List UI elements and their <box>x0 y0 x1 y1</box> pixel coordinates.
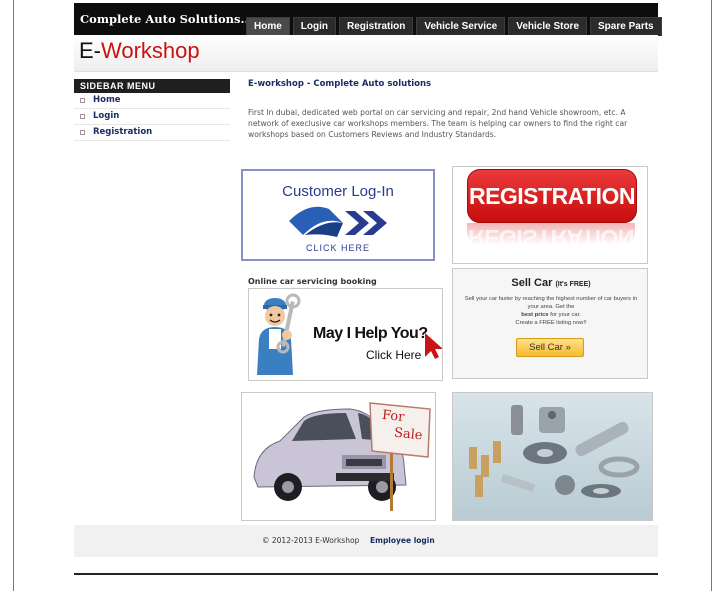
arrow-logo-icon <box>289 206 387 237</box>
car-illustration <box>253 402 431 511</box>
spare-parts-illustration <box>469 405 640 498</box>
sell-car-panel: Sell Car (It's FREE) Sell your car faste… <box>452 268 648 379</box>
sell-car-title: Sell Car (It's FREE) <box>453 277 647 289</box>
for-sale-sign-line2: Sale <box>393 425 424 444</box>
car-for-sale-image[interactable]: For Sale <box>241 392 436 521</box>
page-frame-right <box>711 0 712 591</box>
registration-reflection: REGISTRATION <box>467 223 635 245</box>
square-bullet-icon <box>80 130 85 135</box>
nav-home[interactable]: Home <box>246 17 290 36</box>
registration-reflection-text: REGISTRATION <box>467 225 635 245</box>
nav-registration[interactable]: Registration <box>339 17 414 36</box>
intro-paragraph: First In dubai, dedicated web portal on … <box>248 108 628 139</box>
sidebar: SIDEBAR MENU Home Login Registration <box>74 79 230 141</box>
cursor-arrow-icon <box>425 333 442 359</box>
online-booking-label: Online car servicing booking <box>248 277 377 286</box>
sell-car-desc-line3: Create a FREE listing now!! <box>515 320 587 326</box>
help-text-click: Click Here <box>366 348 422 362</box>
nav-spare-parts[interactable]: Spare Parts <box>590 17 662 36</box>
page-title: E-workshop - Complete Auto solutions <box>248 79 432 89</box>
customer-login-banner[interactable]: Customer Log-In CLICK HERE <box>241 169 435 261</box>
site-logo[interactable]: E-Workshop <box>79 38 200 64</box>
square-bullet-icon <box>80 114 85 119</box>
sidebar-item-home[interactable]: Home <box>74 93 230 109</box>
site-name: Complete Auto Solutions... <box>80 12 253 26</box>
registration-button-graphic: REGISTRATION <box>467 169 637 223</box>
spare-parts-image[interactable] <box>452 392 653 521</box>
footer-divider <box>74 573 658 575</box>
sell-car-desc-line2: for your car. <box>550 312 581 318</box>
copyright-text: © 2012-2013 E-Workshop <box>262 536 360 545</box>
sell-car-description: Sell your car faster by reaching the hig… <box>463 295 639 327</box>
sidebar-item-login[interactable]: Login <box>74 109 230 125</box>
footer: © 2012-2013 E-Workshop Employee login <box>74 525 658 557</box>
sidebar-item-label: Login <box>93 111 120 121</box>
for-sale-sign-line1: For <box>381 407 406 426</box>
sell-car-button[interactable]: Sell Car » <box>516 338 584 357</box>
sell-car-desc-line1: Sell your car faster by reaching the hig… <box>464 296 638 310</box>
sidebar-item-registration[interactable]: Registration <box>74 125 230 141</box>
sell-car-desc-bold: best price <box>521 312 549 318</box>
page-frame-left <box>13 0 14 591</box>
employee-login-link[interactable]: Employee login <box>370 536 435 545</box>
help-text-headline: May I Help You? <box>313 325 428 342</box>
square-bullet-icon <box>80 98 85 103</box>
top-navigation-bar: Complete Auto Solutions... Home Login Re… <box>74 3 662 36</box>
registration-banner[interactable]: REGISTRATION REGISTRATION <box>452 166 648 264</box>
sidebar-item-label: Home <box>93 95 121 105</box>
main-nav: Home Login Registration Vehicle Service … <box>246 17 665 36</box>
brand-bar: E-Workshop <box>74 35 658 72</box>
nav-login[interactable]: Login <box>292 17 337 36</box>
customer-login-cta: CLICK HERE <box>305 243 370 253</box>
logo-suffix: Workshop <box>101 38 200 63</box>
sidebar-item-label: Registration <box>93 127 153 137</box>
sell-car-heading: Sell Car <box>511 277 553 289</box>
sidebar-title: SIDEBAR MENU <box>74 79 230 93</box>
nav-vehicle-service[interactable]: Vehicle Service <box>416 17 506 36</box>
logo-prefix: E- <box>79 38 101 63</box>
customer-login-title: Customer Log-In <box>282 183 394 200</box>
mechanic-icon <box>257 293 301 375</box>
help-banner[interactable]: May I Help You? Click Here <box>248 288 443 381</box>
sell-car-free-note: (It's FREE) <box>555 281 591 288</box>
sidebar-menu: Home Login Registration <box>74 93 230 141</box>
nav-vehicle-store[interactable]: Vehicle Store <box>508 17 588 36</box>
